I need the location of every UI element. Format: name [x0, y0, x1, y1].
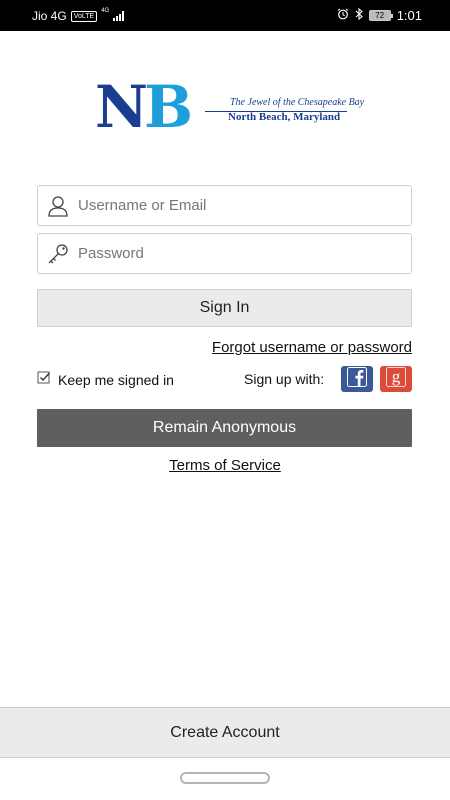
status-right: 72 1:01	[337, 7, 422, 23]
home-gesture-bar[interactable]	[180, 772, 270, 784]
network-type: 4G	[101, 8, 110, 14]
logo-letter-b: B	[144, 73, 193, 141]
checkbox-icon[interactable]	[37, 371, 51, 388]
svg-text:g: g	[392, 367, 401, 386]
logo-tagline: The Jewel of the Chesapeake Bay	[230, 97, 365, 108]
sign-in-button[interactable]: Sign In	[37, 289, 412, 327]
user-icon	[38, 186, 78, 225]
clock-time: 1:01	[396, 8, 422, 23]
volte-badge: VoLTE	[70, 10, 98, 22]
sign-up-with-label: Sign up with:	[244, 371, 325, 387]
facebook-icon	[347, 366, 367, 392]
password-input[interactable]	[78, 245, 398, 262]
terms-container: Terms of Service	[0, 457, 450, 474]
forgot-password-link[interactable]: Forgot username or password	[212, 339, 412, 356]
logo-letter-n: N	[95, 73, 148, 141]
google-icon: g	[386, 367, 406, 392]
logo-place-name: North Beach, Maryland	[228, 111, 341, 123]
facebook-signup-button[interactable]	[341, 366, 373, 392]
keep-signed-in-checkbox[interactable]: Keep me signed in	[37, 371, 174, 388]
signal-icon	[113, 11, 125, 21]
logo-letters: NB	[95, 78, 193, 136]
carrier-name: Jio 4G	[32, 9, 67, 23]
status-left: Jio 4G VoLTE 4G	[32, 8, 125, 23]
terms-of-service-link[interactable]: Terms of Service	[169, 457, 281, 474]
keep-signed-in-label: Keep me signed in	[58, 371, 174, 388]
app-logo: NB The Jewel of the Chesapeake Bay North…	[95, 78, 364, 138]
bluetooth-icon	[355, 7, 363, 23]
remain-anonymous-button[interactable]: Remain Anonymous	[37, 409, 412, 447]
google-signup-button[interactable]: g	[380, 366, 412, 392]
status-bar: Jio 4G VoLTE 4G 72 1:01	[0, 0, 450, 31]
battery-icon: 72	[368, 10, 393, 21]
alarm-icon	[337, 8, 349, 23]
password-field[interactable]	[37, 233, 412, 274]
username-field[interactable]	[37, 185, 412, 226]
username-input[interactable]	[78, 197, 398, 214]
key-icon	[38, 234, 78, 273]
create-account-button[interactable]: Create Account	[0, 707, 450, 758]
